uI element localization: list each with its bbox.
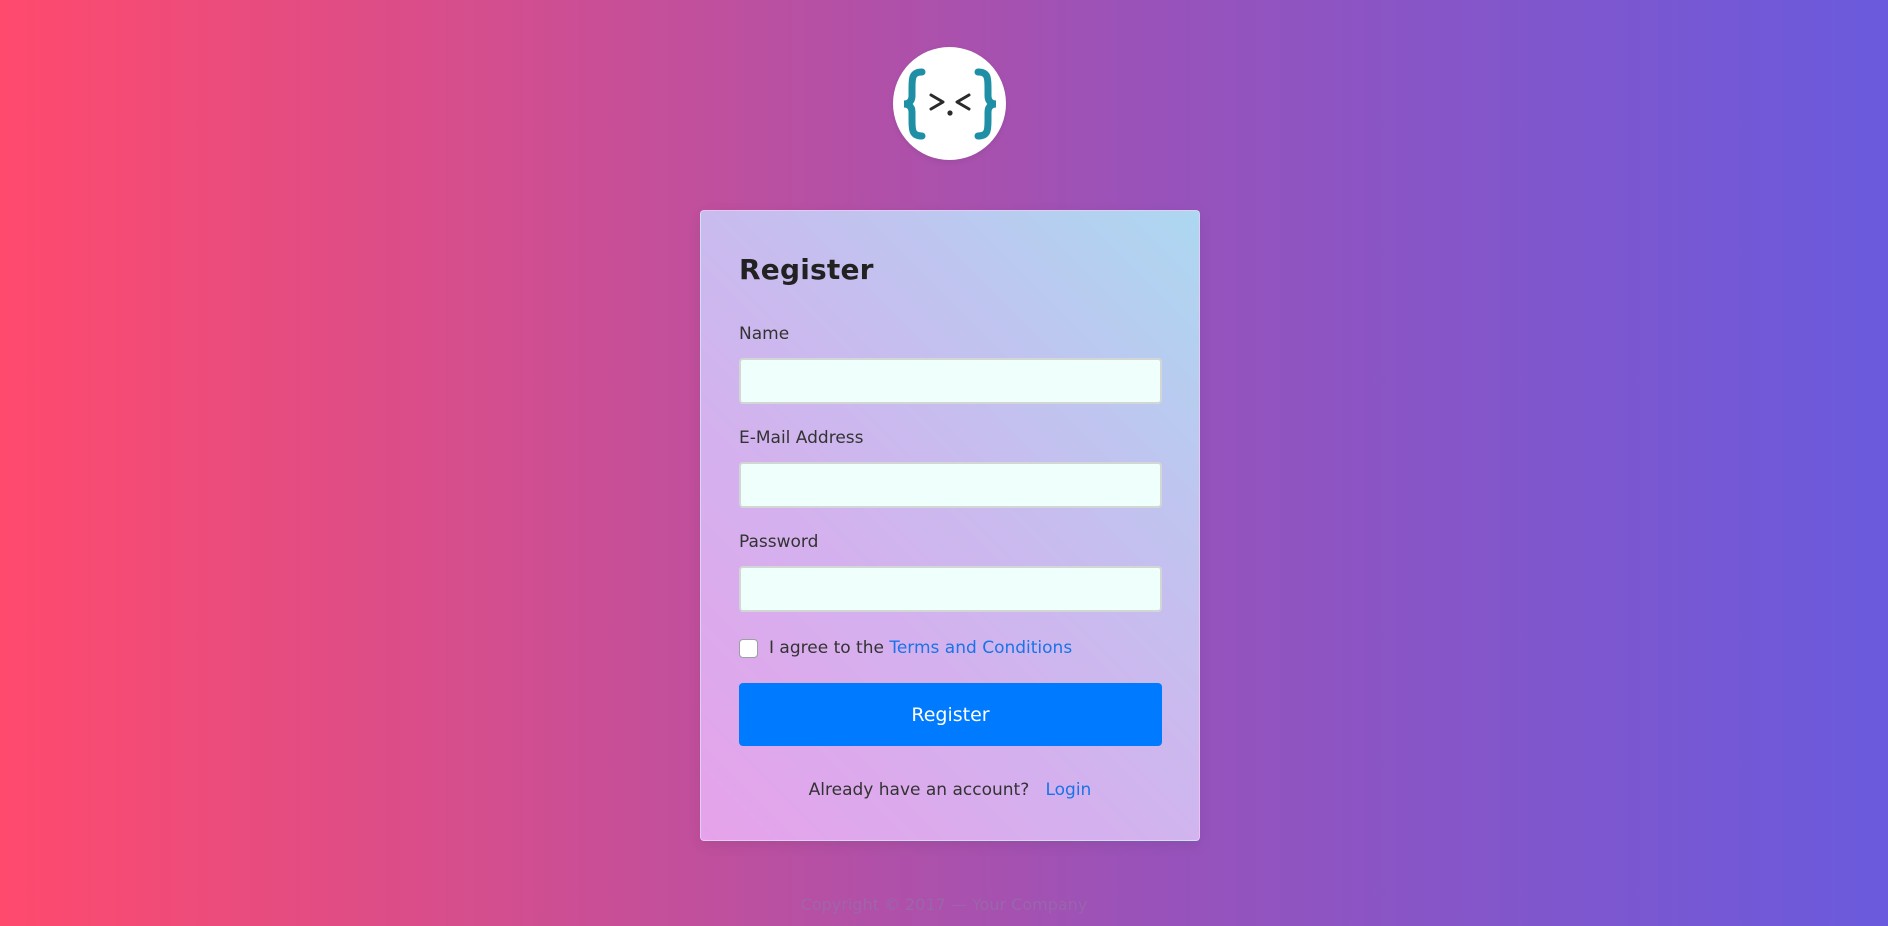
code-brackets-logo-icon [903, 68, 996, 139]
terms-agreement: I agree to the Terms and Conditions [739, 637, 1072, 659]
brand-logo [893, 47, 1006, 160]
name-label: Name [739, 324, 790, 344]
name-input[interactable] [739, 358, 1162, 404]
login-prompt-text: Already have an account? [808, 780, 1030, 800]
password-label: Password [739, 532, 819, 552]
footer-copyright: Copyright © 2017 — Your Company [800, 895, 1088, 914]
page-title: Register [739, 253, 874, 286]
email-input[interactable] [739, 462, 1162, 508]
terms-link[interactable]: Terms and Conditions [889, 638, 1072, 658]
terms-prefix-text: I agree to the [769, 638, 884, 658]
terms-checkbox[interactable] [739, 638, 758, 658]
email-label: E-Mail Address [739, 428, 864, 448]
password-input[interactable] [739, 566, 1162, 612]
register-button[interactable]: Register [739, 683, 1162, 746]
login-prompt: Already have an account? Login [701, 780, 1199, 800]
login-link[interactable]: Login [1045, 780, 1091, 800]
register-card: Register Name E-Mail Address Password I … [700, 210, 1200, 841]
